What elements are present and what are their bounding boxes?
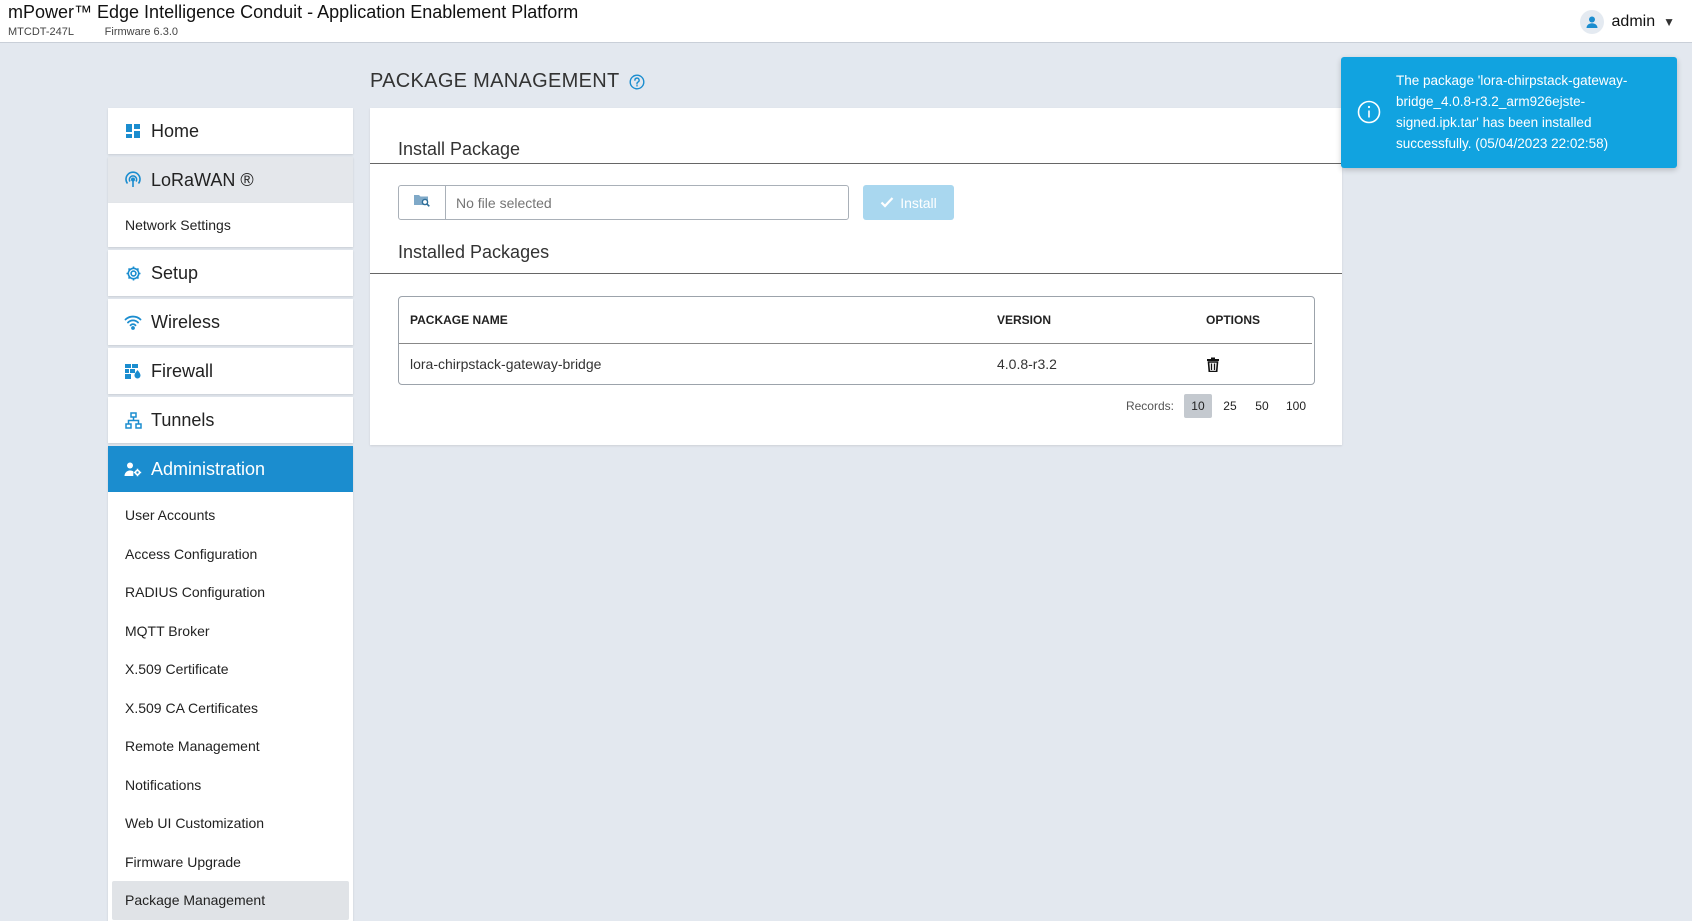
- records-option-50[interactable]: 50: [1248, 394, 1276, 418]
- sidebar-item-package-management[interactable]: Package Management: [112, 881, 349, 920]
- sidebar-item-label: Tunnels: [151, 409, 215, 430]
- administration-icon: [124, 460, 142, 478]
- success-toast[interactable]: The package 'lora-chirpstack-gateway-bri…: [1341, 57, 1677, 168]
- sidebar-item-administration[interactable]: Administration: [108, 446, 353, 492]
- file-browse-button[interactable]: [399, 186, 446, 219]
- sidebar-item-network-settings[interactable]: Network Settings: [112, 203, 349, 247]
- sidebar-item-firmware-upgrade[interactable]: Firmware Upgrade: [112, 843, 349, 882]
- lorawan-icon: [124, 171, 142, 189]
- sidebar-item-label: Setup: [151, 262, 199, 283]
- user-menu[interactable]: admin ▼: [1579, 10, 1675, 34]
- installed-packages-heading: Installed Packages: [398, 242, 550, 262]
- firmware-version: Firmware 6.3.0: [104, 26, 179, 38]
- firewall-icon: [124, 362, 142, 380]
- top-bar: mPower™ Edge Intelligence Conduit - Appl…: [0, 0, 1692, 43]
- file-browse-icon: [413, 192, 431, 213]
- sidebar-item-web-ui-customization[interactable]: Web UI Customization: [112, 804, 349, 843]
- sidebar-item-x509-ca-certificates[interactable]: X.509 CA Certificates: [112, 689, 349, 728]
- sidebar-item-label: Wireless: [151, 311, 221, 332]
- sidebar: Home LoRaWAN ® Network Settings Setup Wi…: [108, 108, 353, 921]
- setup-gear-icon: [124, 264, 142, 282]
- trash-icon[interactable]: [1206, 357, 1220, 372]
- sidebar-item-firewall[interactable]: Firewall: [108, 348, 353, 394]
- sidebar-item-radius-configuration[interactable]: RADIUS Configuration: [112, 573, 349, 612]
- installed-packages-table: PACKAGE NAME VERSION OPTIONS lora-chirps…: [398, 296, 1315, 385]
- sidebar-item-access-configuration[interactable]: Access Configuration: [112, 535, 349, 574]
- file-name-field[interactable]: [446, 186, 848, 219]
- sidebar-item-wireless[interactable]: Wireless: [108, 299, 353, 345]
- install-button-label: Install: [900, 194, 937, 211]
- section-divider: [370, 163, 1342, 164]
- table-header: PACKAGE NAME VERSION OPTIONS: [399, 297, 1314, 343]
- install-button[interactable]: Install: [863, 185, 954, 220]
- column-header-package-name[interactable]: PACKAGE NAME: [410, 313, 508, 327]
- sidebar-item-x509-certificate[interactable]: X.509 Certificate: [112, 650, 349, 689]
- column-header-options: OPTIONS: [1206, 313, 1261, 327]
- home-icon: [124, 122, 142, 140]
- page-title-row: PACKAGE MANAGEMENT: [370, 70, 645, 93]
- sidebar-item-label: Administration: [151, 458, 266, 479]
- sidebar-item-label: Home: [151, 120, 200, 141]
- sidebar-item-tunnels[interactable]: Tunnels: [108, 397, 353, 443]
- device-model: MTCDT-247L: [8, 26, 74, 38]
- user-icon: [1579, 10, 1604, 34]
- app-title: mPower™ Edge Intelligence Conduit - Appl…: [8, 2, 579, 22]
- section-divider: [370, 273, 1342, 274]
- records-label: Records:: [1125, 399, 1174, 413]
- package-management-card: Install Package Install Installed Packag…: [370, 108, 1342, 445]
- sidebar-item-user-accounts[interactable]: User Accounts: [112, 496, 349, 535]
- tunnels-icon: [124, 411, 142, 429]
- sidebar-item-lorawan[interactable]: LoRaWAN ®: [108, 157, 353, 203]
- wireless-icon: [124, 313, 142, 331]
- sidebar-item-remote-management[interactable]: Remote Management: [112, 727, 349, 766]
- sidebar-item-label: LoRaWAN ®: [151, 169, 254, 190]
- sidebar-item-home[interactable]: Home: [108, 108, 353, 154]
- package-name-cell: lora-chirpstack-gateway-bridge: [410, 356, 602, 372]
- sidebar-item-label: Firewall: [151, 360, 214, 381]
- user-name: admin: [1611, 13, 1656, 30]
- records-option-25[interactable]: 25: [1216, 394, 1244, 418]
- page-title: PACKAGE MANAGEMENT: [370, 70, 620, 92]
- records-option-10[interactable]: 10: [1183, 394, 1212, 418]
- records-per-page: Records: 10 25 50 100: [1126, 394, 1312, 418]
- package-version-cell: 4.0.8-r3.2: [997, 356, 1057, 372]
- info-icon: [1357, 100, 1381, 124]
- file-picker: [398, 185, 849, 220]
- sidebar-item-setup[interactable]: Setup: [108, 250, 353, 296]
- lorawan-submenu: Network Settings: [108, 203, 353, 247]
- administration-submenu: User Accounts Access Configuration RADIU…: [108, 492, 353, 921]
- toast-message: The package 'lora-chirpstack-gateway-bri…: [1396, 73, 1628, 151]
- sidebar-item-notifications[interactable]: Notifications: [112, 766, 349, 805]
- table-row: lora-chirpstack-gateway-bridge 4.0.8-r3.…: [399, 343, 1314, 385]
- column-header-version[interactable]: VERSION: [997, 313, 1051, 327]
- records-option-100[interactable]: 100: [1280, 394, 1312, 418]
- install-package-heading: Install Package: [398, 139, 521, 159]
- sidebar-item-mqtt-broker[interactable]: MQTT Broker: [112, 612, 349, 651]
- check-icon: [880, 195, 894, 211]
- device-info: MTCDT-247L Firmware 6.3.0: [8, 26, 178, 38]
- help-icon[interactable]: [629, 73, 645, 90]
- chevron-down-icon: ▼: [1663, 15, 1675, 29]
